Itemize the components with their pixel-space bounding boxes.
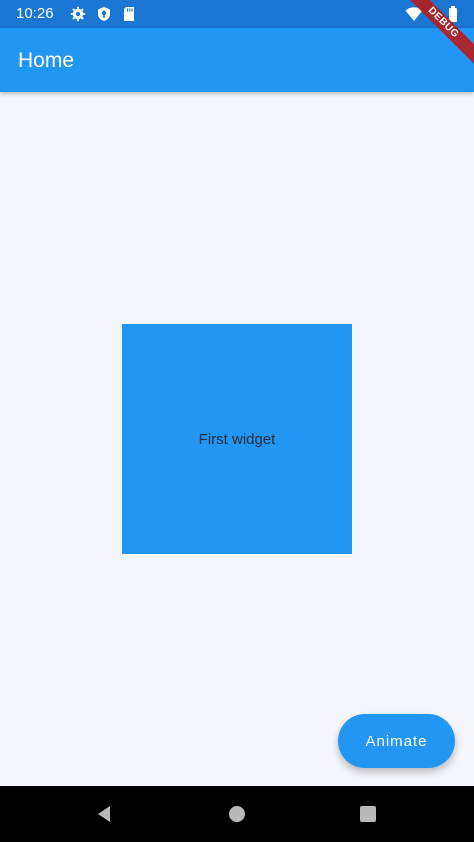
battery-icon	[448, 6, 464, 22]
shield-icon	[96, 6, 112, 22]
first-widget-label: First widget	[198, 430, 276, 448]
home-icon[interactable]	[227, 804, 247, 824]
wifi-icon	[405, 6, 423, 22]
first-widget: First widget	[122, 324, 352, 554]
main-content: First widget	[0, 92, 474, 786]
gear-icon	[70, 6, 86, 22]
page-title: Home	[18, 49, 75, 72]
status-time: 10:26	[16, 5, 54, 22]
app-bar: Home	[0, 28, 474, 92]
recents-icon[interactable]	[358, 804, 378, 824]
back-icon[interactable]	[95, 804, 115, 824]
navigation-bar	[0, 786, 474, 842]
sd-card-icon	[121, 6, 137, 22]
status-bar: 10:26	[0, 0, 474, 28]
animate-button[interactable]: Animate	[338, 714, 455, 768]
